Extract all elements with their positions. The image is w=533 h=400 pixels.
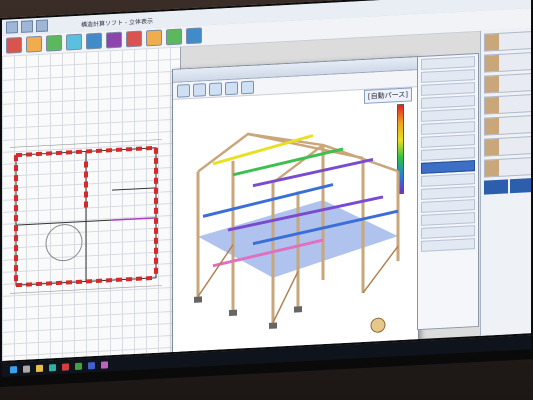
floor-plan-drawing <box>10 139 162 294</box>
app-icon[interactable] <box>101 360 108 369</box>
panel-item[interactable] <box>421 82 475 96</box>
ribbon-tool-icon[interactable] <box>106 31 122 49</box>
panel-item[interactable] <box>421 95 475 109</box>
windows-icon[interactable] <box>10 365 17 373</box>
ribbon-tool-icon[interactable] <box>166 28 182 46</box>
property-panel <box>417 52 479 331</box>
ribbon-tool-icon[interactable] <box>46 34 62 52</box>
zoom-icon[interactable] <box>193 82 206 97</box>
calc-button[interactable] <box>484 179 508 195</box>
ribbon-tool-icon[interactable] <box>186 27 202 45</box>
command-button[interactable] <box>484 115 533 136</box>
panel-item[interactable] <box>421 186 475 200</box>
panel-item[interactable] <box>421 199 475 213</box>
command-button[interactable] <box>484 136 533 157</box>
save-icon[interactable] <box>21 20 33 33</box>
panel-item[interactable] <box>421 108 475 122</box>
compass-icon[interactable] <box>370 317 386 333</box>
panel-item[interactable] <box>421 69 475 83</box>
folder-icon[interactable] <box>36 364 43 372</box>
panel-item[interactable] <box>421 238 475 252</box>
settings-icon[interactable] <box>241 80 254 94</box>
timber-frame-model <box>194 132 400 333</box>
command-button[interactable] <box>484 73 533 94</box>
panel-item[interactable] <box>421 212 475 226</box>
ribbon-tool-icon[interactable] <box>146 29 162 47</box>
ribbon-tool-icon[interactable] <box>126 30 142 48</box>
panel-item[interactable] <box>421 147 475 161</box>
command-button[interactable] <box>484 31 533 52</box>
app-icon[interactable] <box>88 361 95 369</box>
undo-icon[interactable] <box>36 19 48 33</box>
rotate-icon[interactable] <box>177 83 190 98</box>
panel-item[interactable] <box>421 121 475 135</box>
panel-item[interactable] <box>421 134 475 148</box>
command-button[interactable] <box>484 52 533 73</box>
command-sidebar <box>480 27 533 340</box>
command-button[interactable] <box>484 94 533 115</box>
panel-item[interactable] <box>421 225 475 239</box>
layer-icon[interactable] <box>225 81 238 95</box>
app-icon[interactable] <box>75 362 82 370</box>
app-icon[interactable] <box>62 362 69 371</box>
panel-item[interactable] <box>421 173 475 187</box>
command-button[interactable] <box>484 157 533 178</box>
monitor: 構造計算ソフト - 立体表示 [自動パース] <box>0 0 533 400</box>
search-icon[interactable] <box>23 364 30 373</box>
window-title: 構造計算ソフト - 立体表示 <box>81 17 153 29</box>
structure-3d-window[interactable]: [自動パース] <box>172 56 419 361</box>
ribbon-tool-icon[interactable] <box>86 32 102 50</box>
ribbon-tool-icon[interactable] <box>6 36 22 54</box>
menu-icon[interactable] <box>6 21 18 34</box>
pan-icon[interactable] <box>209 81 222 96</box>
print-button[interactable] <box>509 178 533 194</box>
ribbon-tool-icon[interactable] <box>26 35 42 53</box>
floor-plan-view[interactable] <box>2 46 181 364</box>
edge-icon[interactable] <box>49 363 56 371</box>
screen: 構造計算ソフト - 立体表示 [自動パース] <box>0 0 533 364</box>
panel-item[interactable] <box>421 56 475 70</box>
ribbon-tool-icon[interactable] <box>66 33 82 51</box>
panel-item-selected[interactable] <box>421 160 475 174</box>
